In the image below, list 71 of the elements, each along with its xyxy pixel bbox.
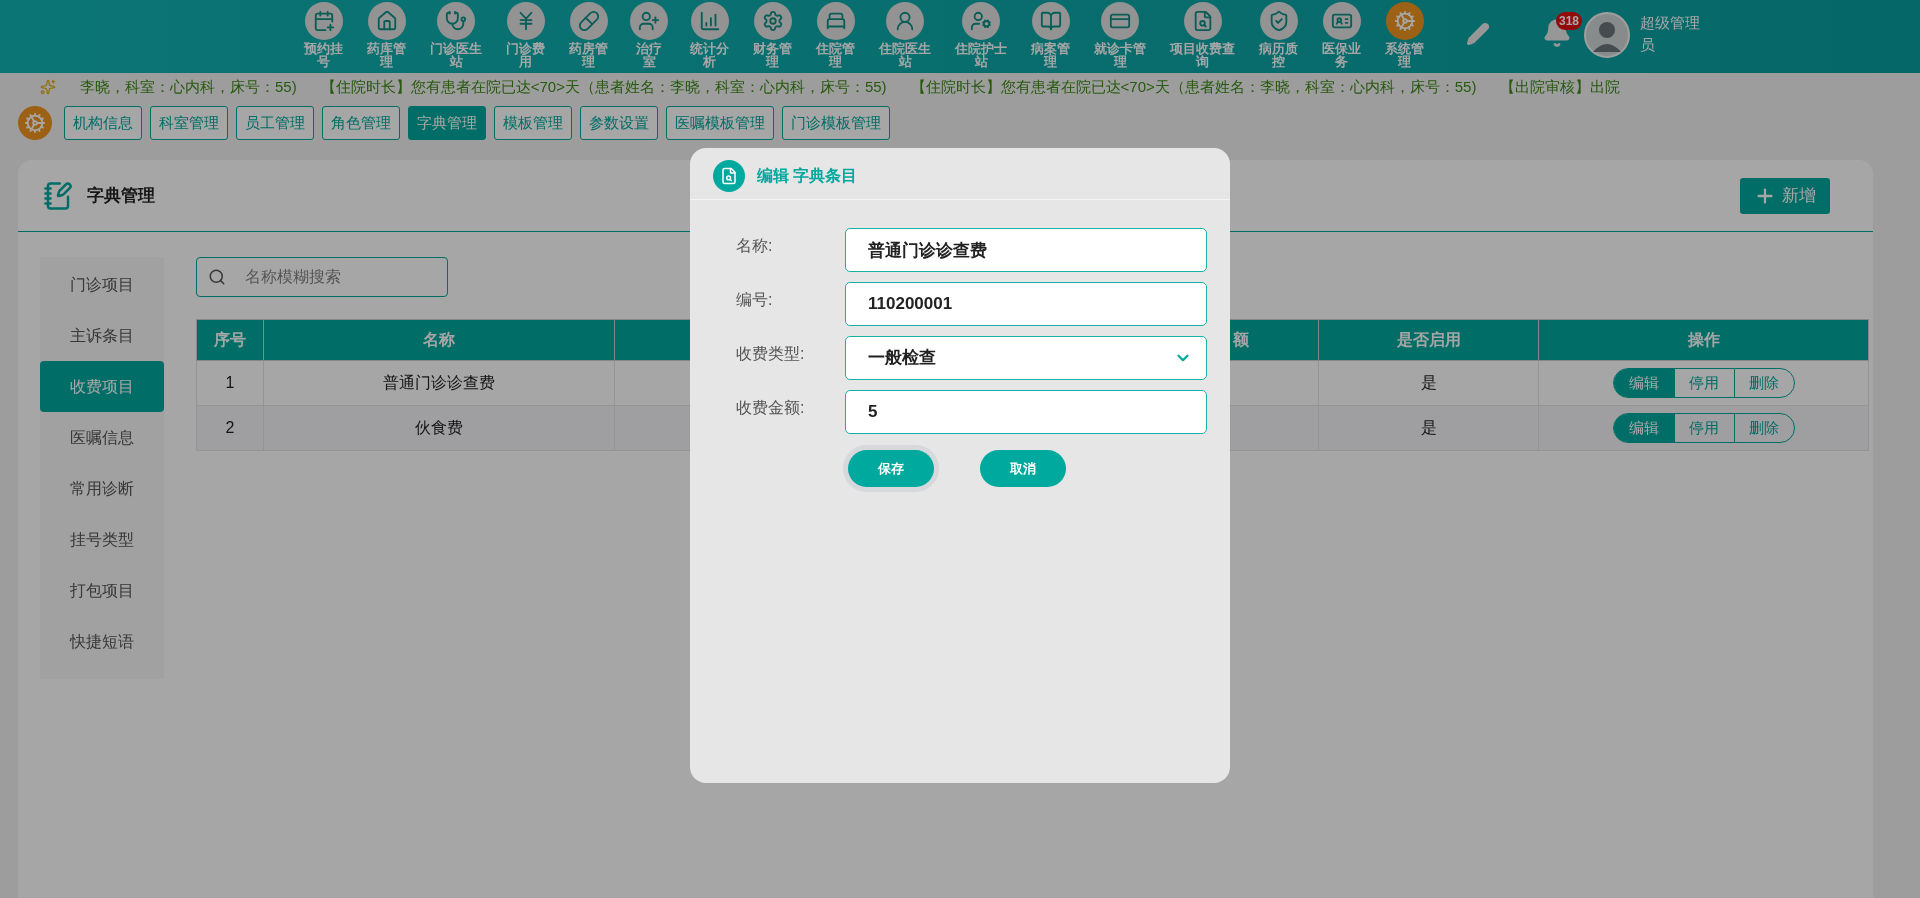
document-search-icon	[720, 166, 738, 185]
nav-item[interactable]: 住院医生站	[877, 2, 933, 69]
bar-chart-icon	[698, 10, 721, 32]
table-cell: 是	[1318, 360, 1539, 406]
notice-text: 【出院审核】出院	[1500, 76, 1621, 97]
nav-item[interactable]: 住院护士站	[953, 2, 1009, 69]
table-cell: 2	[196, 405, 264, 451]
tab[interactable]: 机构信息	[64, 106, 142, 140]
tab[interactable]: 门诊模板管理	[782, 106, 890, 140]
tab[interactable]: 科室管理	[150, 106, 228, 140]
book-icon	[43, 180, 73, 211]
book-icon	[1039, 10, 1062, 32]
sidebar-item[interactable]: 常用诊断	[40, 463, 164, 514]
user-name: 超级管理员	[1640, 13, 1701, 55]
action-button[interactable]: 停用	[1673, 414, 1734, 442]
action-button[interactable]: 删除	[1733, 369, 1794, 397]
calendar-icon	[312, 10, 335, 32]
sidebar-item[interactable]: 门诊项目	[40, 259, 164, 310]
column-header: 名称	[263, 319, 615, 361]
column-header: 操作	[1538, 319, 1869, 361]
search-icon	[208, 268, 226, 286]
sidebar-item[interactable]: 快捷短语	[40, 616, 164, 667]
settings-icon	[24, 112, 46, 134]
tab[interactable]: 角色管理	[322, 106, 400, 140]
sidebar-item[interactable]: 主诉条目	[40, 310, 164, 361]
action-button[interactable]: 编辑	[1613, 414, 1674, 442]
column-header: 序号	[196, 319, 264, 361]
dialog-title: 编辑 字典条目	[757, 165, 858, 186]
tab[interactable]: 员工管理	[236, 106, 314, 140]
action-button[interactable]: 停用	[1673, 369, 1734, 397]
nav-item[interactable]: 门诊医生站	[428, 2, 484, 69]
column-header: 是否启用	[1318, 319, 1539, 361]
nav-item[interactable]: 项目收费查询	[1168, 2, 1237, 69]
input-field[interactable]: 普通门诊诊查费	[845, 228, 1207, 272]
input-field[interactable]: 5	[845, 390, 1207, 434]
field-label: 收费金额:	[735, 398, 806, 418]
table-cell: 普通门诊诊查费	[263, 360, 615, 406]
notice-text: 【住院时长】您有患者在院已达<70>天（患者姓名：李晓，科室：心内科，床号：55)	[910, 76, 1477, 97]
gear-icon	[761, 10, 784, 32]
sidebar-item[interactable]: 收费项目	[40, 361, 164, 412]
table-cell: 1	[196, 360, 264, 406]
action-button[interactable]: 删除	[1733, 414, 1794, 442]
tab[interactable]: 参数设置	[580, 106, 658, 140]
notification-badge: 318	[1556, 12, 1583, 30]
edit-button[interactable]	[1466, 22, 1490, 46]
page-title: 字典管理	[87, 184, 155, 207]
field-label: 编号:	[735, 290, 774, 310]
field-label: 名称:	[735, 236, 774, 256]
bed-icon	[824, 10, 847, 32]
table-cell: 伙食费	[263, 405, 615, 451]
field-label: 收费类型:	[735, 344, 806, 364]
sidebar-item[interactable]: 打包项目	[40, 565, 164, 616]
select-field[interactable]: 一般检查	[845, 336, 1207, 380]
tab[interactable]: 字典管理	[408, 106, 486, 140]
nav-item[interactable]: 就诊卡管理	[1092, 2, 1148, 69]
add-button[interactable]: 新增	[1740, 177, 1830, 214]
settings-icon	[1393, 10, 1416, 32]
table-cell: 是	[1318, 405, 1539, 451]
notice-text: 李晓，科室：心内科，床号：55)	[80, 76, 297, 97]
dialog-button[interactable]: 取消	[980, 450, 1066, 487]
action-button[interactable]: 编辑	[1613, 369, 1674, 397]
input-field[interactable]: 110200001	[845, 282, 1207, 326]
sidebar-item[interactable]: 医嘱信息	[40, 412, 164, 463]
sidebar-item[interactable]: 挂号类型	[40, 514, 164, 565]
tab[interactable]: 模板管理	[494, 106, 572, 140]
pill-icon	[577, 10, 600, 32]
avatar[interactable]	[1584, 12, 1630, 58]
notice-text: 【住院时长】您有患者在院已达<70>天（患者姓名：李晓，科室：心内科，床号：55)	[320, 76, 887, 97]
tab[interactable]: 医嘱模板管理	[666, 106, 774, 140]
house-icon	[375, 10, 398, 32]
search-field[interactable]: 名称模糊搜索	[196, 257, 448, 297]
